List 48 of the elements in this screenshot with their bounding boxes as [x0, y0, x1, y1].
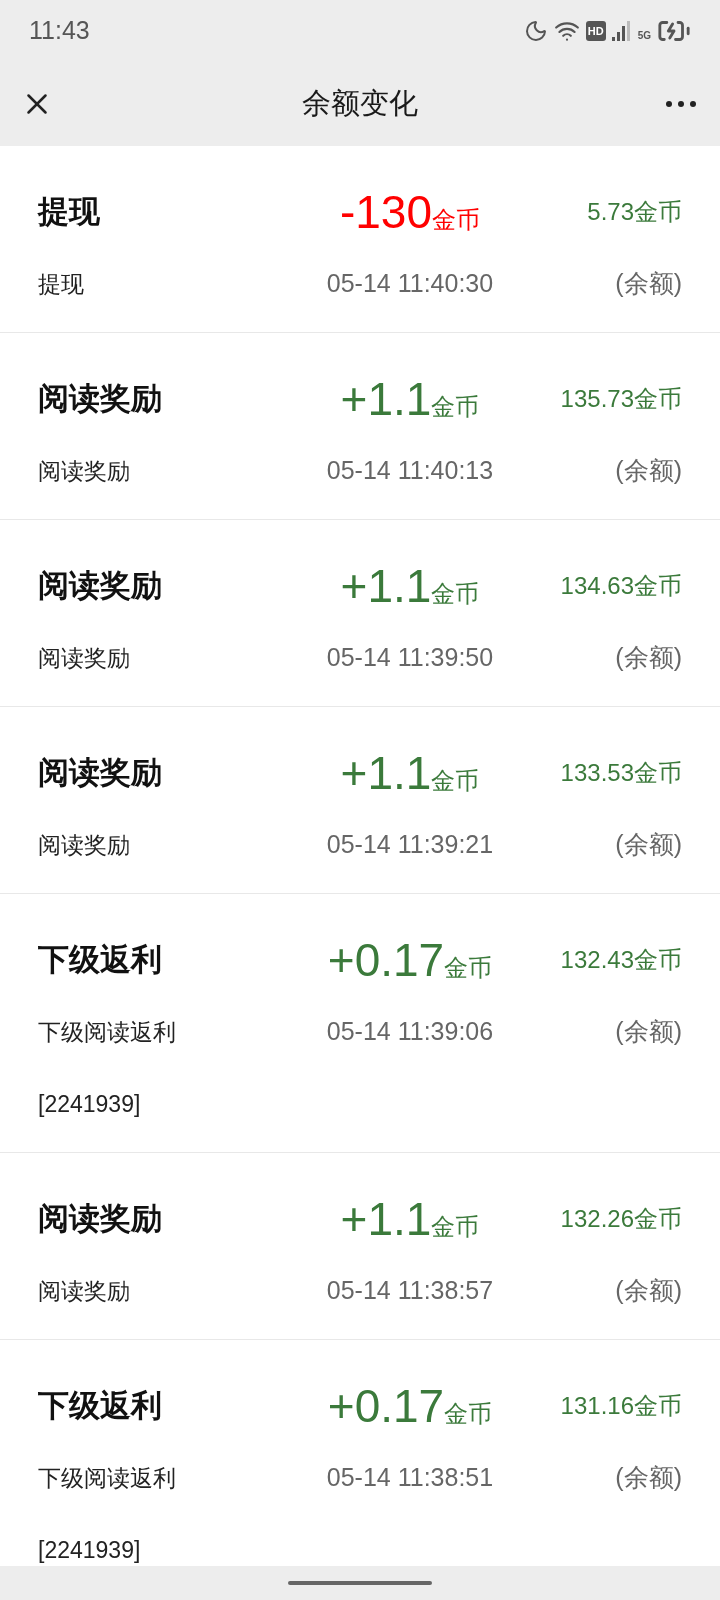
record-title: 提现 — [38, 192, 100, 231]
record-description: 阅读奖励 — [38, 645, 130, 671]
record-title: 阅读奖励 — [38, 753, 162, 792]
signal-icon — [611, 20, 632, 42]
network-label: 5G — [637, 29, 651, 43]
balance-amount: 131.16金币 — [560, 1391, 682, 1421]
amount-text: +1.1金币 — [340, 746, 480, 801]
record-description: 阅读奖励 — [38, 832, 130, 858]
amount-text: -130金币 — [339, 185, 481, 240]
balance-label: (余额) — [615, 642, 682, 674]
balance-label: (余额) — [615, 1462, 682, 1494]
record-title: 下级返利 — [38, 940, 162, 979]
moon-icon — [523, 19, 548, 43]
balance-amount: 5.73金币 — [587, 197, 682, 227]
balance-amount: 132.26金币 — [560, 1204, 682, 1234]
record-time: 05-14 11:39:50 — [326, 642, 494, 674]
balance-amount: 135.73金币 — [560, 384, 682, 414]
amount-text: +1.1金币 — [340, 372, 480, 427]
record-description: 下级阅读返利 [2241939] — [38, 1019, 176, 1117]
record-time: 05-14 11:40:13 — [326, 455, 494, 487]
record-time: 05-14 11:38:57 — [326, 1275, 494, 1307]
record-title: 阅读奖励 — [38, 379, 162, 418]
status-time: 11:43 — [29, 15, 90, 47]
record-description: 提现 — [38, 271, 84, 297]
balance-label: (余额) — [615, 1275, 682, 1307]
record-time: 05-14 11:39:21 — [326, 829, 494, 861]
record-description: 下级阅读返利 [2241939] — [38, 1465, 176, 1563]
balance-amount: 134.63金币 — [560, 571, 682, 601]
record-title: 阅读奖励 — [38, 566, 162, 605]
record-description: 阅读奖励 — [38, 458, 130, 484]
amount-text: +0.17金币 — [327, 933, 493, 988]
record-title: 下级返利 — [38, 1386, 162, 1425]
amount-text: +1.1金币 — [340, 559, 480, 614]
balance-label: (余额) — [615, 829, 682, 861]
hd-badge: HD — [585, 21, 606, 41]
record-time: 05-14 11:40:30 — [326, 268, 494, 300]
balance-amount: 132.43金币 — [560, 945, 682, 975]
record-time: 05-14 11:39:06 — [326, 1016, 494, 1048]
amount-text: +1.1金币 — [340, 1192, 480, 1247]
balance-label: (余额) — [615, 268, 682, 300]
record-title: 阅读奖励 — [38, 1199, 162, 1238]
balance-label: (余额) — [615, 455, 682, 487]
balance-label: (余额) — [615, 1016, 682, 1048]
amount-text: +0.17金币 — [327, 1379, 493, 1434]
page-title: 余额变化 — [302, 86, 418, 122]
record-time: 05-14 11:38:51 — [326, 1462, 494, 1494]
balance-amount: 133.53金币 — [560, 758, 682, 788]
record-description: 阅读奖励 — [38, 1278, 130, 1304]
